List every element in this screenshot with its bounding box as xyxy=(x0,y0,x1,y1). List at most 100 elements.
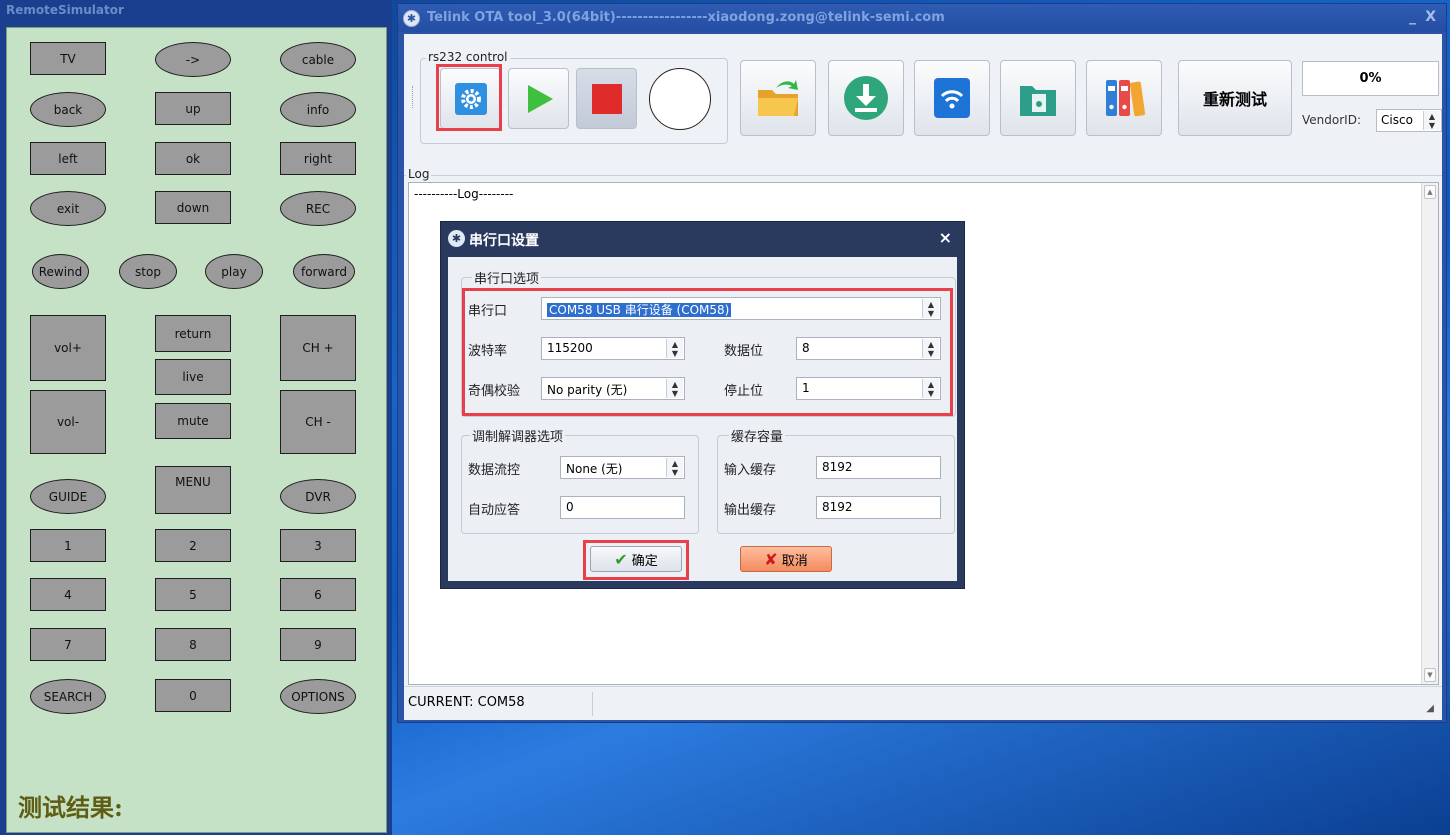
digit-8-button[interactable]: 8 xyxy=(155,628,231,661)
flow-control-select[interactable]: None (无) ▲ ▼ xyxy=(560,456,685,479)
flow-spin-icon[interactable]: ▲ ▼ xyxy=(666,458,683,477)
digit-5-button[interactable]: 5 xyxy=(155,578,231,611)
exit-button[interactable]: exit xyxy=(30,191,106,226)
up-button[interactable]: up xyxy=(155,92,231,125)
download-icon xyxy=(844,76,888,120)
output-buffer-value: 8192 xyxy=(822,500,853,514)
wireless-button[interactable] xyxy=(914,60,990,136)
ch-up-button[interactable]: CH + xyxy=(280,315,356,381)
stop-button[interactable] xyxy=(576,68,637,129)
forward-button[interactable]: forward xyxy=(293,254,355,289)
remote-simulator-window: RemoteSimulator TV -> cable back up info… xyxy=(0,0,392,835)
scroll-up-icon[interactable]: ▲ xyxy=(1424,185,1436,199)
retest-button[interactable]: 重新测试 xyxy=(1178,60,1292,136)
serial-options-highlight xyxy=(462,288,953,416)
arrow-button[interactable]: -> xyxy=(155,42,231,77)
return-button[interactable]: return xyxy=(155,315,231,352)
digit-9-button[interactable]: 9 xyxy=(280,628,356,661)
open-file-button[interactable] xyxy=(740,60,816,136)
dialog-body: 串行口选项 串行口 COM58 USB 串行设备 (COM58) ▲ ▼ 波特率 … xyxy=(448,257,957,581)
log-scrollbar[interactable]: ▲ ▼ xyxy=(1421,183,1438,684)
binders-button[interactable] xyxy=(1086,60,1162,136)
rewind-button[interactable]: Rewind xyxy=(32,254,89,289)
progress-percent: 0% xyxy=(1302,61,1439,96)
guide-button[interactable]: GUIDE xyxy=(30,479,106,514)
menu-button[interactable]: MENU xyxy=(155,466,231,514)
rs232-group-label: rs232 control xyxy=(426,50,510,64)
digit-0-button[interactable]: 0 xyxy=(155,679,231,712)
resize-grip-icon[interactable]: ◢ xyxy=(1426,703,1434,714)
info-button[interactable]: info xyxy=(280,92,356,127)
close-window-button[interactable]: X xyxy=(1425,9,1436,25)
app-icon: ✱ xyxy=(403,10,420,27)
digit-6-button[interactable]: 6 xyxy=(280,578,356,611)
vol-down-button[interactable]: vol- xyxy=(30,390,106,454)
output-buffer-input[interactable]: 8192 xyxy=(816,496,941,519)
remote-title: RemoteSimulator xyxy=(0,0,392,24)
output-buffer-label: 输出缓存 xyxy=(724,503,777,518)
digit-3-button[interactable]: 3 xyxy=(280,529,356,562)
digit-1-button[interactable]: 1 xyxy=(30,529,106,562)
test-result-label: 测试结果: xyxy=(18,793,123,822)
digit-4-button[interactable]: 4 xyxy=(30,578,106,611)
rec-button[interactable]: REC xyxy=(280,191,356,226)
vol-up-button[interactable]: vol+ xyxy=(30,315,106,381)
flow-control-label: 数据流控 xyxy=(468,463,521,478)
serial-settings-dialog: ✱ 串行口设置 × 串行口选项 串行口 COM58 USB 串行设备 (COM5… xyxy=(440,221,965,589)
cross-icon: ✘ xyxy=(764,549,778,569)
dialog-titlebar: ✱ 串行口设置 × xyxy=(441,222,964,254)
cable-button[interactable]: cable xyxy=(280,42,356,77)
current-port-status: CURRENT: COM58 xyxy=(408,695,525,710)
cancel-button[interactable]: ✘ 取消 xyxy=(740,546,832,572)
auto-answer-label: 自动应答 xyxy=(468,503,521,518)
dialog-app-icon: ✱ xyxy=(448,230,465,247)
folder-document-icon xyxy=(1020,86,1056,116)
buffer-label: 缓存容量 xyxy=(729,426,786,445)
digit-7-button[interactable]: 7 xyxy=(30,628,106,661)
auto-answer-value: 0 xyxy=(566,500,574,514)
file-folder-button[interactable] xyxy=(1000,60,1076,136)
left-button[interactable]: left xyxy=(30,142,106,175)
right-button[interactable]: right xyxy=(280,142,356,175)
scroll-down-icon[interactable]: ▼ xyxy=(1424,668,1436,682)
wifi-icon xyxy=(934,78,970,118)
vendor-id-label: VendorID: xyxy=(1302,113,1361,127)
modem-options-groupbox xyxy=(461,435,699,534)
back-button[interactable]: back xyxy=(30,92,106,127)
cancel-label: 取消 xyxy=(781,553,808,569)
dialog-title: 串行口设置 xyxy=(469,233,539,249)
input-buffer-input[interactable]: 8192 xyxy=(816,456,941,479)
log-text: ----------Log-------- xyxy=(414,187,514,201)
download-button[interactable] xyxy=(828,60,904,136)
input-buffer-value: 8192 xyxy=(822,460,853,474)
ok-button[interactable]: ok xyxy=(155,142,231,175)
vendor-id-value: Cisco xyxy=(1381,113,1413,127)
options-button[interactable]: OPTIONS xyxy=(280,679,356,714)
buffer-groupbox xyxy=(717,435,955,534)
ch-down-button[interactable]: CH - xyxy=(280,390,356,454)
status-bar: CURRENT: COM58 ◢ xyxy=(404,686,1442,720)
log-divider xyxy=(404,175,1442,176)
dvr-button[interactable]: DVR xyxy=(280,479,356,514)
modem-options-label: 调制解调器选项 xyxy=(470,426,566,445)
stop-icon xyxy=(591,83,622,114)
play-icon xyxy=(527,84,553,113)
down-button[interactable]: down xyxy=(155,191,231,224)
vendor-id-select[interactable]: Cisco ▲ ▼ xyxy=(1376,109,1442,132)
ota-title: Telink OTA tool_3.0(64bit)--------------… xyxy=(427,10,945,25)
search-button[interactable]: SEARCH xyxy=(30,679,106,714)
live-button[interactable]: live xyxy=(155,359,231,395)
auto-answer-input[interactable]: 0 xyxy=(560,496,685,519)
minimize-button[interactable]: _ xyxy=(1409,9,1416,25)
serial-options-label: 串行口选项 xyxy=(472,268,542,287)
mute-button[interactable]: mute xyxy=(155,403,231,439)
stop-button[interactable]: stop xyxy=(119,254,177,289)
tv-button[interactable]: TV xyxy=(30,42,106,75)
start-button[interactable] xyxy=(508,68,569,129)
play-button[interactable]: play xyxy=(205,254,263,289)
open-folder-icon xyxy=(758,80,798,116)
binders-icon xyxy=(1106,80,1146,117)
digit-2-button[interactable]: 2 xyxy=(155,529,231,562)
dialog-close-icon[interactable]: × xyxy=(939,228,952,247)
spin-arrows-icon[interactable]: ▲ ▼ xyxy=(1423,111,1440,130)
